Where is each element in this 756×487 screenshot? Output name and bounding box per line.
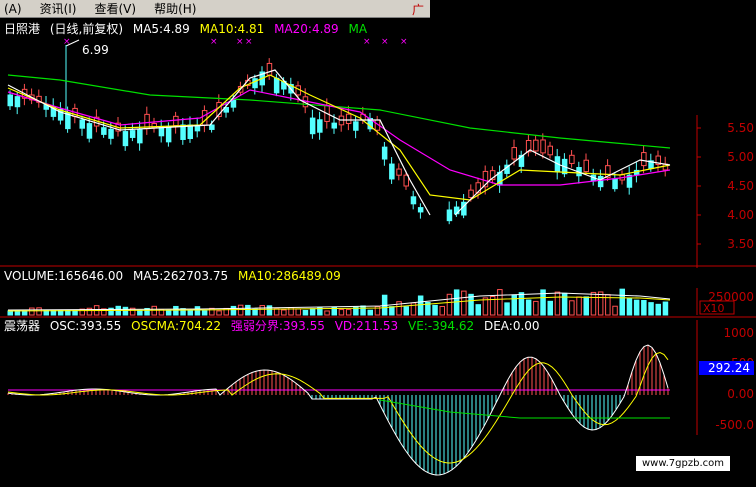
volume-bars xyxy=(7,288,671,316)
price-axis-ticks: 5.50 5.00 4.50 4.00 3.50 xyxy=(697,121,754,251)
signal-markers: × × × × × × × xyxy=(63,37,408,47)
candlestick-series xyxy=(7,45,669,225)
watermark: www.7gpzb.com xyxy=(636,456,730,471)
price-tick-label: 4.50 xyxy=(727,179,754,193)
svg-text:×: × xyxy=(210,37,218,47)
high-price-label: 6.99 xyxy=(82,43,109,57)
price-tick-label: 4.00 xyxy=(727,208,754,222)
svg-text:×: × xyxy=(363,37,371,47)
volume-unit-label: X10 xyxy=(703,302,725,315)
osc-current-value: 292.24 xyxy=(708,361,750,375)
svg-text:×: × xyxy=(63,37,71,47)
price-tick-label: 5.50 xyxy=(727,121,754,135)
osc-tick-label: 1000 xyxy=(723,326,754,340)
price-tick-label: 3.50 xyxy=(727,237,754,251)
moving-average-lines xyxy=(7,69,671,216)
svg-text:×: × xyxy=(236,37,244,47)
osc-tick-label: -500.0 xyxy=(715,418,754,432)
osc-tick-label: 0.00 xyxy=(727,387,754,401)
svg-text:×: × xyxy=(381,37,389,47)
oscillator-lines xyxy=(7,344,670,476)
occlusion-block xyxy=(88,218,666,268)
svg-text:×: × xyxy=(245,37,253,47)
stock-chart[interactable]: 5.50 5.00 4.50 4.00 3.50 250000 X10 1000… xyxy=(0,0,756,487)
price-tick-label: 5.00 xyxy=(727,150,754,164)
svg-text:×: × xyxy=(400,37,408,47)
